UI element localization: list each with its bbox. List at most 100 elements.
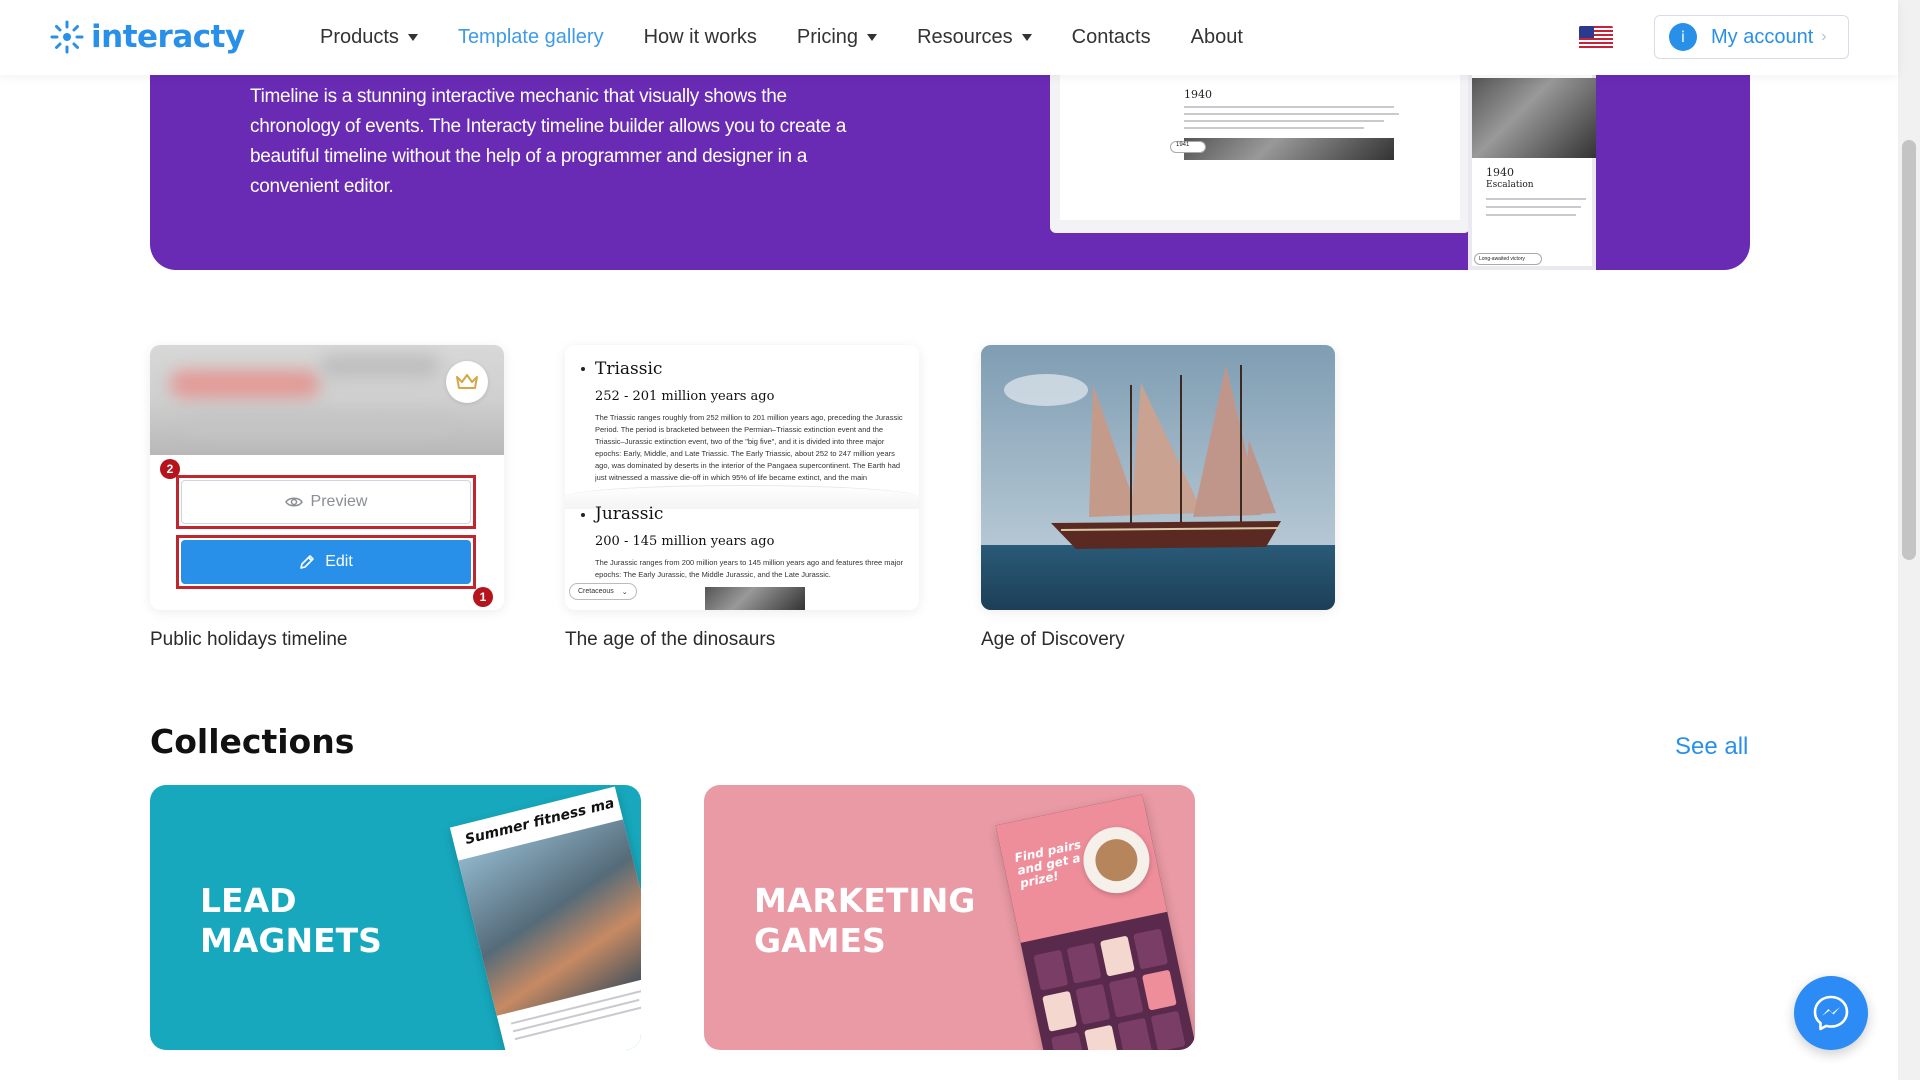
section-text: The Triassic ranges roughly from 252 mil… bbox=[595, 413, 903, 482]
blur-shape bbox=[190, 415, 450, 435]
nav-contacts[interactable]: Contacts bbox=[1072, 26, 1151, 49]
text-line bbox=[1486, 214, 1576, 216]
timeline-dot bbox=[581, 513, 585, 517]
nav-about-label: About bbox=[1190, 26, 1243, 48]
text-line bbox=[1184, 120, 1384, 122]
memory-grid bbox=[1033, 928, 1186, 1050]
sailing-ship-image bbox=[981, 345, 1335, 610]
nav-how-it-works-label: How it works bbox=[643, 26, 757, 48]
account-avatar: i bbox=[1669, 23, 1697, 51]
memory-tile bbox=[1050, 1031, 1086, 1050]
memory-tile bbox=[1042, 990, 1078, 1032]
memory-tile bbox=[1150, 1010, 1186, 1050]
caret-down-icon bbox=[1021, 34, 1032, 41]
collection-lead-magnets[interactable]: LEAD MAGNETS Summer fitness ma bbox=[150, 785, 641, 1050]
template-card-public-holidays[interactable]: Preview Edit 2 1 bbox=[150, 345, 504, 610]
section-text: The Jurassic ranges from 200 million yea… bbox=[595, 558, 904, 579]
timeline-section-triassic: Triassic 252 - 201 million years ago The… bbox=[565, 345, 919, 493]
phone-subtitle: Escalation bbox=[1486, 180, 1534, 190]
collection-title: LEAD MAGNETS bbox=[200, 881, 382, 960]
main-nav: Products Template gallery How it works P… bbox=[320, 0, 1283, 75]
annotation-badge-edit: 1 bbox=[473, 587, 493, 607]
magazine-mockup: Summer fitness ma bbox=[449, 786, 641, 1050]
text-line bbox=[1184, 113, 1399, 115]
section-heading: Jurassic bbox=[595, 504, 664, 524]
memory-tile bbox=[1141, 969, 1177, 1011]
laptop-photo bbox=[1184, 138, 1394, 160]
nav-how-it-works[interactable]: How it works bbox=[644, 26, 757, 49]
section-heading: Triassic bbox=[595, 359, 663, 379]
my-account-label: My account bbox=[1711, 25, 1814, 48]
memory-tile bbox=[1084, 1024, 1120, 1050]
coffee-cup bbox=[1077, 821, 1156, 900]
edit-button[interactable]: Edit bbox=[181, 540, 471, 584]
section-subheading: 252 - 201 million years ago bbox=[595, 389, 775, 404]
scrollbar-thumb[interactable] bbox=[1902, 140, 1916, 560]
caret-down-icon bbox=[407, 34, 418, 41]
nav-products[interactable]: Products bbox=[320, 26, 418, 49]
nav-pricing[interactable]: Pricing bbox=[796, 26, 878, 49]
chevron-right-icon: › bbox=[1821, 28, 1827, 45]
laptop-year: 1940 bbox=[1184, 88, 1212, 101]
memory-tile bbox=[1133, 928, 1169, 970]
chevron-down-icon: ⌄ bbox=[621, 588, 628, 596]
phone-year: 1940 bbox=[1486, 166, 1514, 179]
era-select-label: Cretaceous bbox=[578, 588, 614, 595]
us-flag-icon[interactable] bbox=[1579, 26, 1613, 50]
messenger-chat-button[interactable] bbox=[1794, 976, 1868, 1050]
blurred-thumbnail bbox=[150, 345, 504, 455]
game-mockup: Find pairs and get a prize! bbox=[995, 794, 1195, 1050]
text-line bbox=[1486, 198, 1586, 200]
game-header: Find pairs and get a prize! bbox=[995, 794, 1168, 943]
text-line bbox=[1184, 127, 1364, 129]
text-line bbox=[1184, 106, 1394, 108]
hero-description: Timeline is a stunning interactive mecha… bbox=[250, 86, 847, 197]
pencil-icon bbox=[300, 555, 315, 569]
nav-resources[interactable]: Resources bbox=[917, 26, 1032, 49]
dinosaur-photo bbox=[705, 587, 805, 610]
blur-shape bbox=[320, 355, 440, 377]
template-title[interactable]: Public holidays timeline bbox=[150, 629, 348, 651]
nav-about[interactable]: About bbox=[1191, 26, 1243, 49]
collection-marketing-games[interactable]: MARKETING GAMES Find pairs and get a pri… bbox=[704, 785, 1195, 1050]
memory-tile bbox=[1099, 935, 1135, 977]
page: Timeline is a stunning interactive mecha… bbox=[0, 0, 1920, 1080]
text-line bbox=[514, 1005, 641, 1041]
my-account-button[interactable]: i My account › bbox=[1654, 15, 1849, 59]
template-card-dinosaurs[interactable]: Triassic 252 - 201 million years ago The… bbox=[565, 345, 919, 610]
nav-template-gallery[interactable]: Template gallery bbox=[458, 26, 604, 49]
section-subheading: 200 - 145 million years ago bbox=[595, 534, 775, 549]
blur-shape bbox=[170, 370, 320, 398]
logo[interactable]: interacty bbox=[49, 19, 245, 55]
top-navbar: interacty Products Template gallery How … bbox=[0, 0, 1898, 75]
caret-down-icon bbox=[867, 34, 878, 41]
memory-tile bbox=[1117, 1017, 1153, 1050]
coffee bbox=[1091, 835, 1142, 886]
nav-template-gallery-label: Template gallery bbox=[457, 26, 604, 48]
laptop-year-select: 1941 bbox=[1170, 141, 1206, 153]
template-title[interactable]: Age of Discovery bbox=[981, 629, 1125, 651]
logo-icon bbox=[50, 20, 84, 54]
vertical-scrollbar[interactable] bbox=[1898, 0, 1920, 1080]
memory-tile bbox=[1033, 949, 1069, 991]
template-card-age-of-discovery[interactable] bbox=[981, 345, 1335, 610]
messenger-icon bbox=[1813, 995, 1849, 1031]
memory-tile bbox=[1066, 942, 1102, 984]
collections-heading: Collections bbox=[150, 722, 355, 761]
eye-icon bbox=[284, 497, 303, 507]
preview-button[interactable]: Preview bbox=[181, 480, 471, 524]
timeline-dot bbox=[581, 367, 585, 371]
era-select: Cretaceous ⌄ bbox=[569, 583, 637, 600]
template-title[interactable]: The age of the dinosaurs bbox=[565, 629, 775, 651]
see-all-link[interactable]: See all bbox=[1675, 733, 1748, 761]
nav-resources-label: Resources bbox=[917, 26, 1013, 48]
nav-pricing-label: Pricing bbox=[796, 26, 859, 48]
collection-title: MARKETING GAMES bbox=[754, 881, 976, 960]
premium-crown-icon[interactable] bbox=[446, 361, 488, 403]
text-line bbox=[1486, 206, 1581, 208]
nav-products-label: Products bbox=[320, 26, 399, 48]
nav-contacts-label: Contacts bbox=[1071, 26, 1151, 48]
fitness-photo bbox=[458, 819, 641, 1016]
game-card-text: Find pairs and get a prize! bbox=[1013, 837, 1083, 891]
phone-year-select: Long-awaited victory bbox=[1474, 253, 1542, 265]
